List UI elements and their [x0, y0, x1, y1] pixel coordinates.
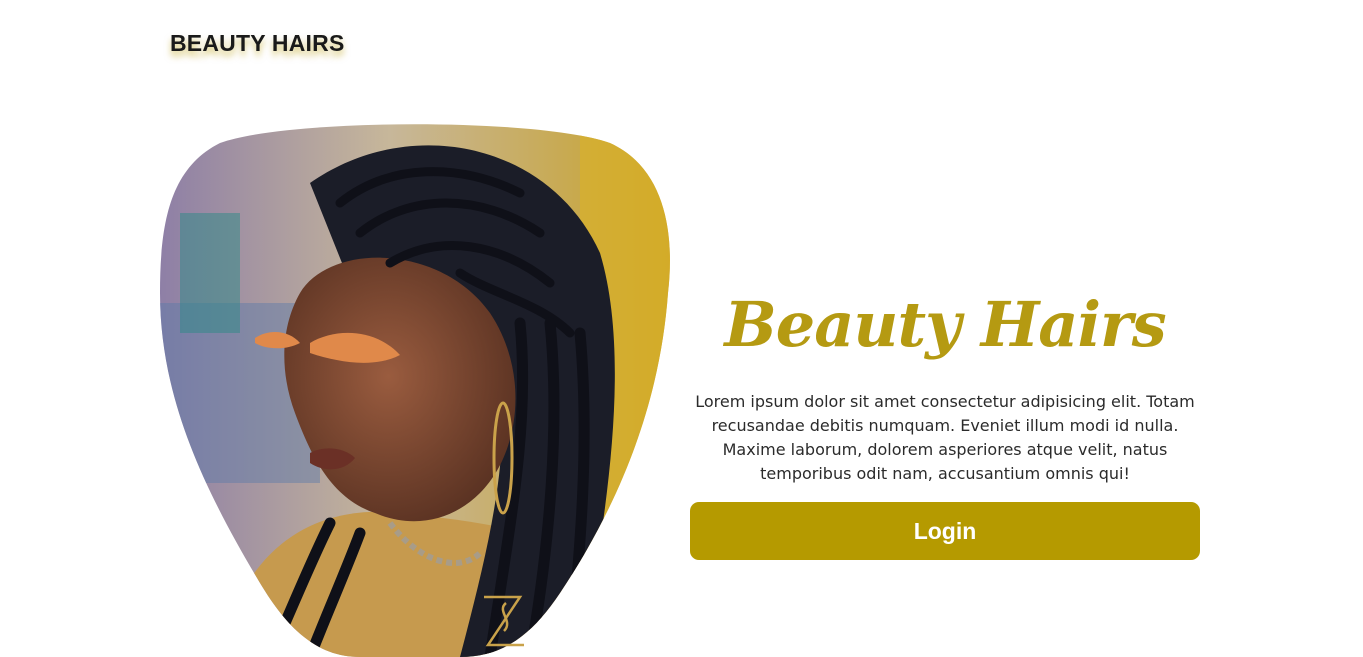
brand-logo-text[interactable]: BEAUTY HAIRS — [170, 30, 345, 57]
page: BEAUTY HAIRS Beauty Hairs Lorem ipsum do… — [0, 0, 1363, 657]
login-button[interactable]: Login — [690, 502, 1200, 560]
description-text: Lorem ipsum dolor sit amet consectetur a… — [695, 392, 1195, 483]
page-title: Beauty Hairs — [724, 288, 1166, 361]
hero-image — [160, 123, 670, 657]
hero-content: Beauty Hairs Lorem ipsum dolor sit amet … — [690, 280, 1200, 560]
